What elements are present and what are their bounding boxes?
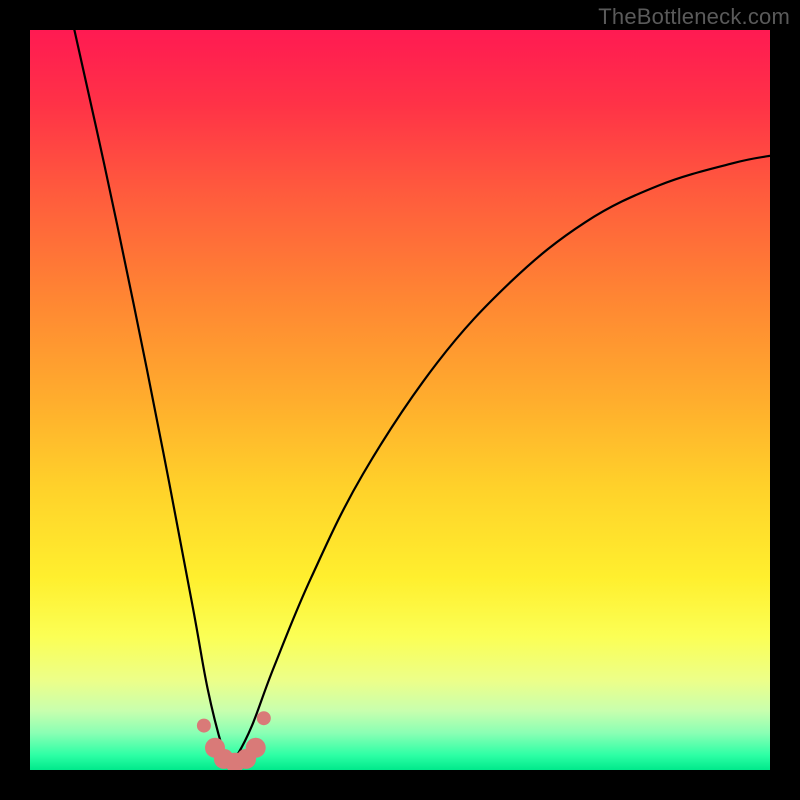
bottleneck-curve-svg <box>30 30 770 770</box>
watermark-text: TheBottleneck.com <box>598 4 790 30</box>
curve-marker <box>197 719 211 733</box>
bottleneck-curve-path <box>74 30 770 763</box>
curve-marker <box>257 711 271 725</box>
chart-plot-area <box>30 30 770 770</box>
curve-marker <box>246 738 266 758</box>
curve-markers-group <box>197 711 271 770</box>
